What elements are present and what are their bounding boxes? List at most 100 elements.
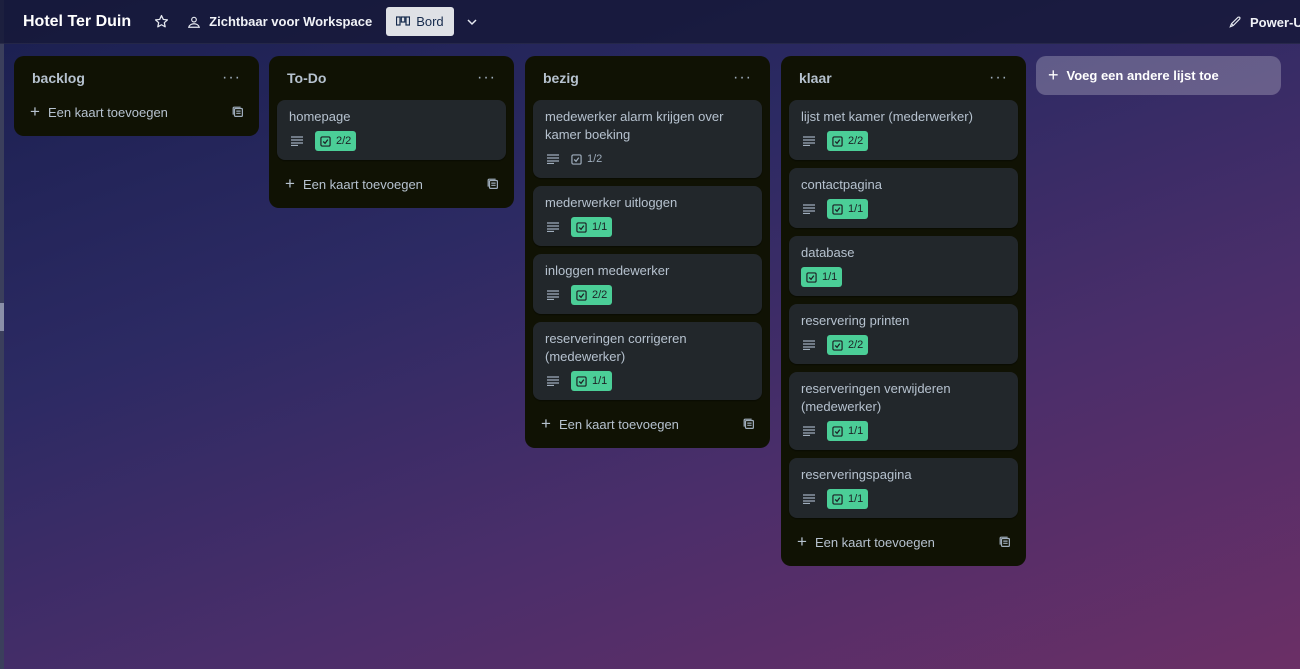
list-bezig: bezig ··· medewerker alarm krijgen over … [525, 56, 770, 448]
card[interactable]: inloggen medewerker 2/2 [533, 254, 762, 314]
checklist-count: 1/1 [822, 271, 838, 283]
add-list-button[interactable]: + Voeg een andere lijst toe [1036, 56, 1281, 95]
list-klaar: klaar ··· lijst met kamer (mederwerker) 2… [781, 56, 1026, 566]
card[interactable]: mederwerker uitloggen 1/1 [533, 186, 762, 246]
add-card-button[interactable]: + Een kaart toevoegen [277, 168, 506, 200]
description-icon [801, 491, 817, 507]
list-backlog: backlog ··· + Een kaart toevoegen [14, 56, 259, 136]
card-title: inloggen medewerker [545, 263, 670, 278]
card[interactable]: database 1/1 [789, 236, 1018, 296]
card-container: medewerker alarm krijgen over kamer boek… [533, 100, 762, 400]
checklist-count: 1/1 [848, 493, 864, 505]
list-to-do: To-Do ··· homepage 2/2 + Een kaart toevoeg… [269, 56, 514, 208]
checklist-count: 1/1 [848, 425, 864, 437]
card[interactable]: reservering printen 2/2 [789, 304, 1018, 364]
card-title: reserveringspagina [801, 467, 912, 482]
card-title: contactpagina [801, 177, 882, 192]
description-icon [801, 337, 817, 353]
checklist-badge: 2/2 [571, 285, 613, 305]
card-title: reserveringen verwijderen (medewerker) [801, 381, 951, 414]
checklist-icon [576, 221, 587, 233]
card-template-icon[interactable] [998, 535, 1012, 549]
card-badges: 2/2 [545, 284, 750, 306]
description-icon [801, 423, 817, 439]
checklist-icon [806, 271, 817, 283]
description-icon [289, 133, 305, 149]
card-title: database [801, 245, 855, 260]
checklist-count: 2/2 [592, 289, 608, 301]
checklist-icon [576, 289, 587, 301]
card-badges: 1/1 [545, 370, 750, 392]
list-header: bezig ··· [533, 64, 762, 92]
card[interactable]: homepage 2/2 [277, 100, 506, 160]
visibility-label: Zichtbaar voor Workspace [209, 14, 373, 29]
checklist-badge: 1/1 [571, 217, 613, 237]
board-header: Hotel Ter Duin Zichtbaar voor Workspace … [0, 0, 1300, 44]
checklist-icon [320, 135, 331, 147]
add-card-button[interactable]: + Een kaart toevoegen [789, 526, 1018, 558]
plus-icon: + [30, 102, 40, 121]
plus-icon: + [285, 174, 295, 193]
card-title: reservering printen [801, 313, 910, 328]
sidebar-expand-handle[interactable] [0, 303, 4, 331]
checklist-icon [571, 153, 582, 165]
card-title: homepage [289, 109, 351, 124]
card-badges: 1/1 [545, 216, 750, 238]
card-badges: 2/2 [801, 130, 1006, 152]
checklist-badge: 1/1 [801, 267, 843, 287]
card-template-icon[interactable] [231, 105, 245, 119]
checklist-badge: 1/1 [571, 371, 613, 391]
list-header: klaar ··· [789, 64, 1018, 92]
add-card-button[interactable]: + Een kaart toevoegen [533, 408, 762, 440]
card-title: reserveringen corrigeren (medewerker) [545, 331, 687, 364]
checklist-badge: 2/2 [315, 131, 357, 151]
list-title[interactable]: backlog [32, 70, 85, 86]
list-header: To-Do ··· [277, 64, 506, 92]
card-template-icon[interactable] [486, 177, 500, 191]
checklist-count: 1/2 [587, 153, 603, 165]
card-badges: 1/1 [801, 488, 1006, 510]
checklist-icon [576, 375, 587, 387]
card[interactable]: contactpagina 1/1 [789, 168, 1018, 228]
workspace-users-icon [188, 16, 201, 28]
plus-icon: + [797, 532, 807, 551]
list-header: backlog ··· [22, 64, 251, 92]
add-card-button[interactable]: + Een kaart toevoegen [22, 96, 251, 128]
card-title: mederwerker uitloggen [545, 195, 678, 210]
checklist-badge: 2/2 [827, 131, 869, 151]
add-list-label: Voeg een andere lijst toe [1066, 68, 1219, 83]
card-container: lijst met kamer (mederwerker) 2/2 contactp… [789, 100, 1018, 518]
list-menu-ellipsis-icon[interactable]: ··· [477, 70, 496, 86]
visibility-button[interactable]: Zichtbaar voor Workspace [181, 8, 378, 36]
description-icon [545, 151, 561, 167]
list-menu-ellipsis-icon[interactable]: ··· [222, 70, 241, 86]
add-card-label: Een kaart toevoegen [558, 416, 679, 432]
list-title[interactable]: klaar [799, 70, 832, 86]
card[interactable]: reserveringen corrigeren (medewerker) 1/1 [533, 322, 762, 400]
star-icon[interactable] [149, 10, 173, 34]
board-view-button[interactable]: Bord [386, 7, 454, 36]
add-card-label: Een kaart toevoegen [47, 104, 168, 120]
list-menu-ellipsis-icon[interactable]: ··· [733, 70, 752, 86]
checklist-count: 1/1 [848, 203, 864, 215]
board-title[interactable]: Hotel Ter Duin [23, 13, 131, 31]
list-title[interactable]: To-Do [287, 70, 326, 86]
add-card-label: Een kaart toevoegen [302, 176, 423, 192]
list-title[interactable]: bezig [543, 70, 579, 86]
card-title: lijst met kamer (mederwerker) [801, 109, 973, 124]
list-menu-ellipsis-icon[interactable]: ··· [989, 70, 1008, 86]
card-template-icon[interactable] [742, 417, 756, 431]
board-view-label: Bord [416, 14, 444, 29]
powerups-button[interactable]: Power-Ups [1228, 0, 1300, 44]
checklist-badge: 1/1 [827, 421, 869, 441]
card[interactable]: lijst met kamer (mederwerker) 2/2 [789, 100, 1018, 160]
card-badges: 1/1 [801, 198, 1006, 220]
card[interactable]: reserveringspagina 1/1 [789, 458, 1018, 518]
card[interactable]: reserveringen verwijderen (medewerker) 1/… [789, 372, 1018, 450]
card-badges: 2/2 [801, 334, 1006, 356]
card[interactable]: medewerker alarm krijgen over kamer boek… [533, 100, 762, 178]
checklist-icon [832, 339, 843, 351]
checklist-icon [832, 425, 843, 437]
view-switcher-chevron-down-icon[interactable] [464, 14, 480, 30]
card-badges: 2/2 [289, 130, 494, 152]
